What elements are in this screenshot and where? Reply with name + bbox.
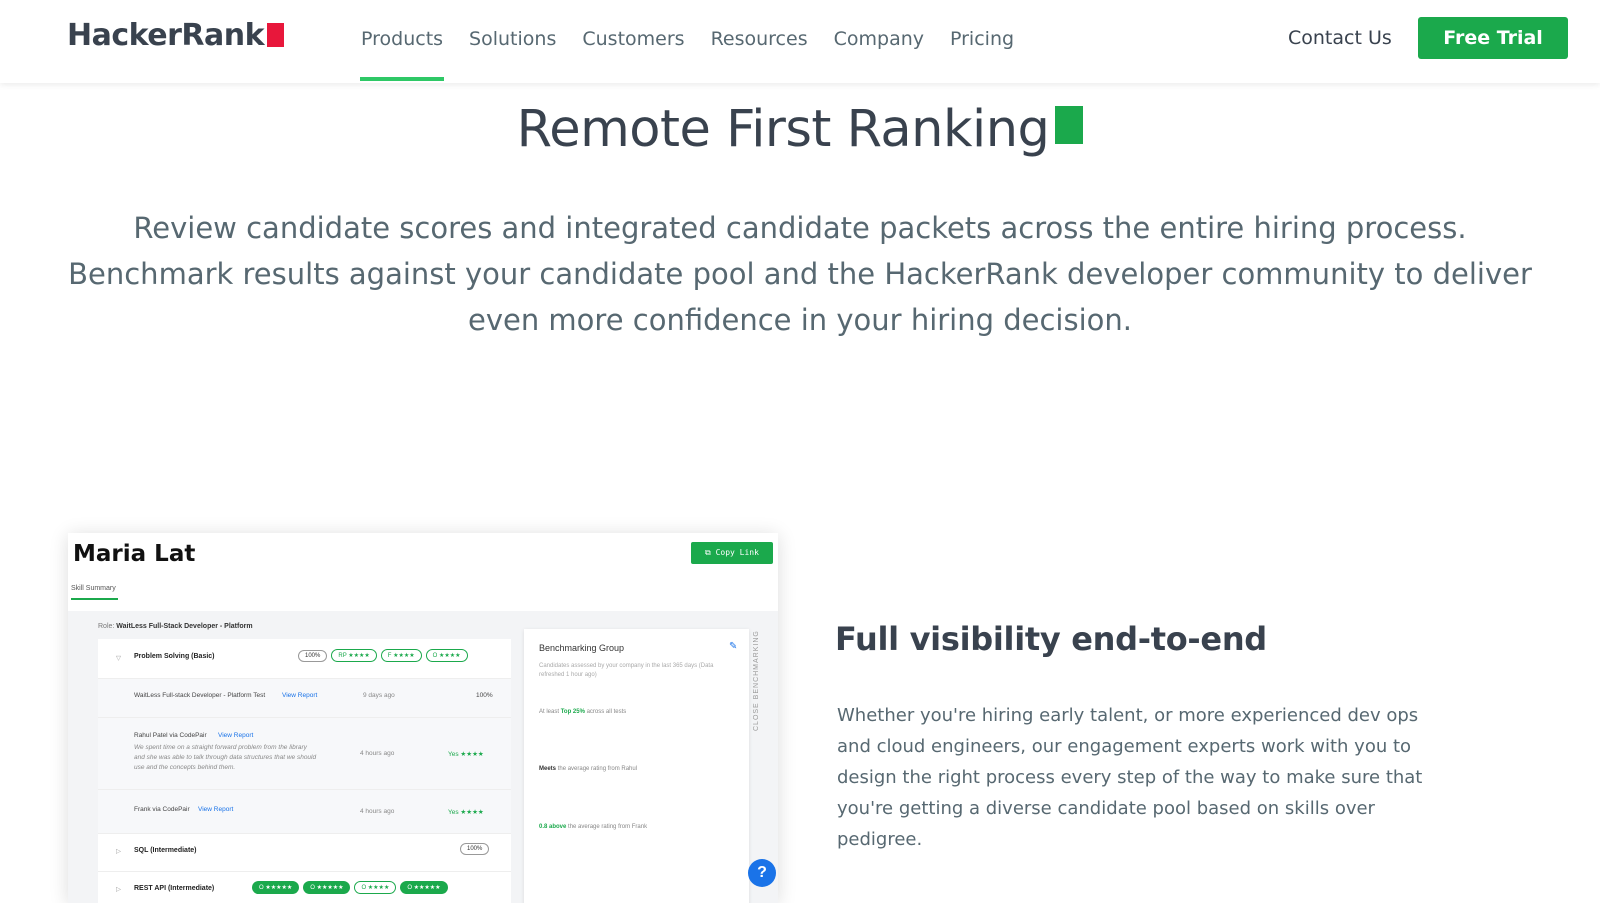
help-button[interactable]: ?: [748, 859, 776, 887]
top-nav: HackerRank Products Solutions Customers …: [0, 0, 1600, 83]
detail-time: 9 days ago: [363, 692, 395, 699]
detail-time: 4 hours ago: [360, 808, 395, 815]
detail-row: WaitLess Full-stack Developer - Platform…: [98, 679, 511, 717]
chevron-down-icon[interactable]: ▽: [116, 654, 121, 662]
benchmark-text: the average rating from Rahul: [557, 766, 638, 772]
view-report-link[interactable]: View Report: [218, 732, 253, 739]
view-report-link[interactable]: View Report: [198, 806, 233, 813]
detail-text: Frank via CodePair: [134, 806, 190, 813]
detail-score: Yes ★★★★: [448, 751, 484, 758]
tab-skill-summary[interactable]: Skill Summary: [71, 585, 118, 600]
nav-solutions[interactable]: Solutions: [469, 0, 556, 83]
nav-pricing[interactable]: Pricing: [950, 0, 1014, 83]
hackerrank-logo[interactable]: HackerRank: [67, 18, 285, 53]
detail-text: Rahul Patel via CodePair: [134, 732, 207, 739]
nav-company[interactable]: Company: [834, 0, 924, 83]
benchmark-text: At least: [539, 709, 560, 715]
feature-description: Whether you're hiring early talent, or m…: [837, 705, 1423, 850]
score-badge: 100%: [298, 650, 328, 662]
benchmark-text: the average rating from Frank: [568, 824, 648, 830]
benchmark-line: At least Top 25% across all tests: [539, 709, 626, 715]
detail-row: Frank via CodePair View Report 4 hours a…: [98, 789, 511, 833]
rating-badge: O ★★★★: [354, 881, 397, 894]
benchmark-line: Meets the average rating from Rahul: [539, 766, 637, 772]
logo-square-icon: [267, 23, 285, 47]
skill-badges: 100% RP ★★★★ F ★★★★ O ★★★★: [294, 649, 468, 662]
candidate-name: Maria Lat: [73, 541, 196, 567]
edit-icon[interactable]: ✎: [729, 641, 737, 652]
detail-score: 100%: [476, 692, 493, 699]
skills-panel: ▽ Problem Solving (Basic) 100% RP ★★★★ F ★…: [98, 639, 511, 903]
skill-name: REST API (Intermediate): [134, 885, 215, 892]
benchmark-title: Benchmarking Group: [539, 643, 625, 653]
free-trial-button[interactable]: Free Trial: [1418, 17, 1568, 59]
page-title: Remote First Ranking: [0, 100, 1600, 159]
skill-badges: O ★★★★★ O ★★★★★ O ★★★★ O ★★★★★: [248, 881, 448, 894]
rating-badge: O ★★★★: [425, 649, 468, 662]
view-report-link[interactable]: View Report: [282, 692, 317, 699]
nav-products[interactable]: Products: [359, 0, 445, 83]
role-name: WaitLess Full-Stack Developer - Platform: [116, 623, 253, 630]
nav-customers[interactable]: Customers: [582, 0, 684, 83]
detail-note: We spent time on a straight forward prob…: [134, 744, 317, 771]
rating-badge: F ★★★★: [380, 649, 422, 662]
benchmarking-panel: Benchmarking Group ✎ Candidates assessed…: [524, 629, 749, 903]
nav-resources[interactable]: Resources: [711, 0, 808, 83]
copy-link-button[interactable]: ⧉ Copy Link: [691, 542, 773, 564]
rating-badge: O ★★★★★: [252, 881, 300, 894]
benchmark-highlight: Top 25%: [560, 709, 585, 715]
rating-badge: RP ★★★★: [331, 649, 377, 662]
logo-text: HackerRank: [67, 18, 265, 53]
report-body: Role: WaitLess Full-Stack Developer - Pl…: [68, 611, 778, 903]
benchmark-text: across all tests: [586, 709, 627, 715]
skill-row[interactable]: ▷ REST API (Intermediate) O ★★★★★ O ★★★★★…: [98, 871, 511, 903]
benchmark-line: 0.8 above the average rating from Frank: [539, 824, 647, 830]
hero-description: Review candidate scores and integrated c…: [68, 211, 1532, 337]
chevron-right-icon[interactable]: ▷: [116, 847, 121, 855]
chevron-right-icon[interactable]: ▷: [116, 885, 121, 893]
detail-score: Yes ★★★★: [448, 809, 484, 816]
feature-title: Full visibility end-to-end: [835, 620, 1267, 658]
role-line: Role: WaitLess Full-Stack Developer - Pl…: [98, 623, 253, 630]
main-menu: Products Solutions Customers Resources C…: [359, 0, 1040, 83]
contact-us-link[interactable]: Contact Us: [1288, 27, 1392, 49]
skill-name: Problem Solving (Basic): [134, 653, 215, 660]
benchmark-subtitle: Candidates assessed by your company in t…: [539, 663, 714, 678]
candidate-report-card: Maria Lat ⧉ Copy Link Skill Summary Role…: [68, 533, 778, 903]
role-prefix: Role:: [98, 623, 115, 630]
skill-badges: 100%: [456, 843, 490, 855]
close-benchmarking-toggle[interactable]: CLOSE BENCHMARKING: [753, 630, 760, 731]
rating-badge: O ★★★★★: [400, 881, 448, 894]
skill-row[interactable]: ▷ SQL (Intermediate) 100%: [98, 833, 511, 871]
skill-name: SQL (Intermediate): [134, 847, 197, 854]
page-title-text: Remote First Ranking: [516, 100, 1050, 159]
benchmark-highlight: Meets: [539, 766, 557, 772]
detail-text: WaitLess Full-stack Developer - Platform…: [134, 692, 266, 699]
title-square-icon: [1055, 106, 1084, 144]
detail-time: 4 hours ago: [360, 750, 395, 757]
benchmark-highlight: 0.8 above: [539, 824, 567, 830]
skill-row[interactable]: ▽ Problem Solving (Basic) 100% RP ★★★★ F ★…: [98, 649, 511, 679]
rating-badge: O ★★★★★: [303, 881, 351, 894]
detail-row: Rahul Patel via CodePair View Report We …: [98, 717, 511, 789]
score-badge: 100%: [460, 843, 490, 855]
